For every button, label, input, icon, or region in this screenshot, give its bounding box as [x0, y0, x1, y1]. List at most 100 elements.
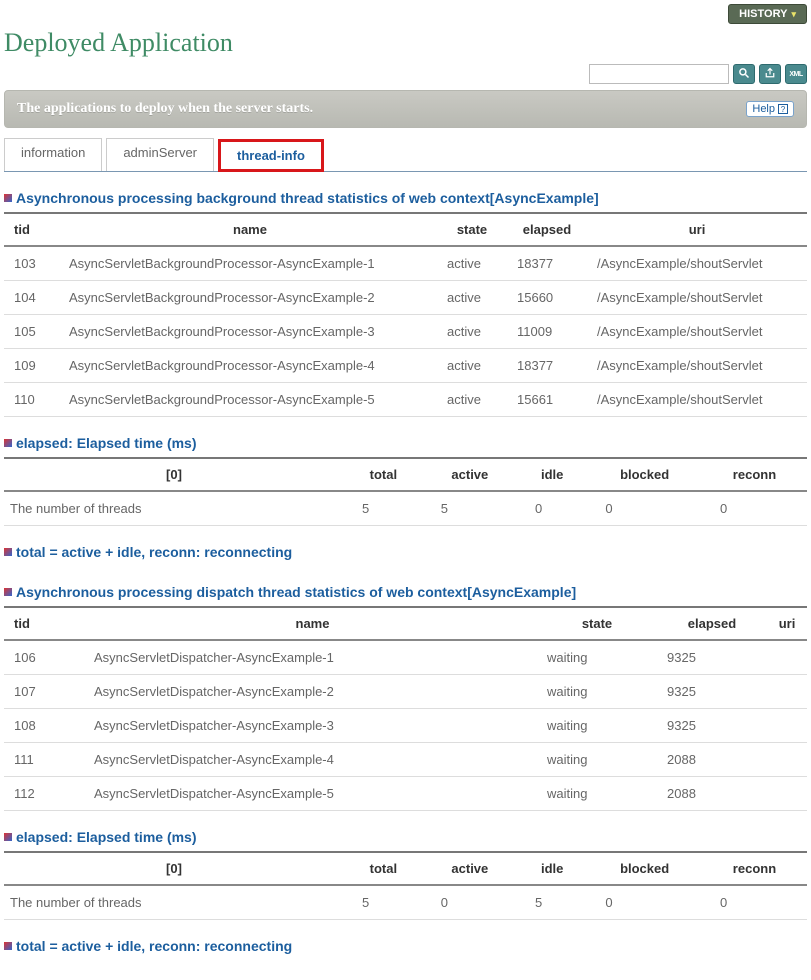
- cell-elapsed: 18377: [507, 349, 587, 383]
- elapsed-title: elapsed: Elapsed time (ms): [16, 435, 197, 451]
- tab-information[interactable]: information: [4, 138, 102, 171]
- search-button[interactable]: [733, 64, 755, 84]
- help-label: Help: [752, 103, 775, 115]
- bullet-icon: [4, 833, 12, 841]
- cell-state: waiting: [537, 743, 657, 777]
- cell-state: active: [437, 281, 507, 315]
- help-button[interactable]: Help ?: [746, 101, 794, 117]
- cell-state: active: [437, 246, 507, 281]
- formula2: total = active + idle, reconn: reconnect…: [16, 938, 292, 954]
- cell-name: AsyncServletBackgroundProcessor-AsyncExa…: [59, 383, 437, 417]
- history-label: HISTORY: [739, 8, 787, 20]
- table-row: 103AsyncServletBackgroundProcessor-Async…: [4, 246, 807, 281]
- cell-name: AsyncServletDispatcher-AsyncExample-2: [84, 675, 537, 709]
- cell-tid: 108: [4, 709, 84, 743]
- cell-tid: 110: [4, 383, 59, 417]
- formula1: total = active + idle, reconn: reconnect…: [16, 544, 292, 560]
- table-row: The number of threads 5 0 5 0 0: [4, 885, 807, 920]
- sum-col-reconn: reconn: [702, 459, 807, 491]
- sum2-total: 5: [344, 885, 423, 920]
- summary-table-1: [0] total active idle blocked reconn The…: [4, 459, 807, 526]
- bullet-icon: [4, 588, 12, 596]
- summary-table-2: [0] total active idle blocked reconn The…: [4, 853, 807, 920]
- cell-uri: [767, 640, 807, 675]
- bg-thread-table: tid name state elapsed uri 103AsyncServl…: [4, 214, 807, 417]
- sum2-active: 0: [423, 885, 517, 920]
- cell-elapsed: 2088: [657, 777, 767, 811]
- sum2-blocked: 0: [587, 885, 702, 920]
- history-button[interactable]: HISTORY ▾: [728, 4, 807, 24]
- table-row: 107AsyncServletDispatcher-AsyncExample-2…: [4, 675, 807, 709]
- cell-elapsed: 9325: [657, 709, 767, 743]
- col-state: state: [537, 608, 657, 640]
- search-icon: [738, 67, 750, 82]
- table-row: 106AsyncServletDispatcher-AsyncExample-1…: [4, 640, 807, 675]
- table-row: The number of threads 5 5 0 0 0: [4, 491, 807, 526]
- col-elapsed: elapsed: [507, 214, 587, 246]
- sum1-total: 5: [344, 491, 423, 526]
- cell-state: waiting: [537, 709, 657, 743]
- table-row: 112AsyncServletDispatcher-AsyncExample-5…: [4, 777, 807, 811]
- cell-uri: [767, 743, 807, 777]
- cell-name: AsyncServletDispatcher-AsyncExample-3: [84, 709, 537, 743]
- cell-uri: /AsyncExample/shoutServlet: [587, 246, 807, 281]
- sum-col-idle: idle: [517, 459, 587, 491]
- cell-name: AsyncServletBackgroundProcessor-AsyncExa…: [59, 315, 437, 349]
- sum-col-idle: idle: [517, 853, 587, 885]
- section-head-elapsed2: elapsed: Elapsed time (ms): [4, 825, 807, 853]
- col-tid: tid: [4, 608, 84, 640]
- col-elapsed: elapsed: [657, 608, 767, 640]
- sum1-active: 5: [423, 491, 517, 526]
- table-row: 104AsyncServletBackgroundProcessor-Async…: [4, 281, 807, 315]
- sum-col-active: active: [423, 459, 517, 491]
- sum1-idle: 0: [517, 491, 587, 526]
- bullet-icon: [4, 548, 12, 556]
- tab-adminserver[interactable]: adminServer: [106, 138, 214, 171]
- tab-thread-info[interactable]: thread-info: [218, 139, 324, 172]
- export-icon: [764, 67, 776, 82]
- bg-title: Asynchronous processing background threa…: [16, 190, 599, 206]
- sum2-idle: 5: [517, 885, 587, 920]
- dispatch-thread-table: tid name state elapsed uri 106AsyncServl…: [4, 608, 807, 811]
- bullet-icon: [4, 942, 12, 950]
- sum-col0: [0]: [4, 459, 344, 491]
- cell-uri: [767, 675, 807, 709]
- cell-tid: 111: [4, 743, 84, 777]
- sum1-blocked: 0: [587, 491, 702, 526]
- section-head-elapsed1: elapsed: Elapsed time (ms): [4, 431, 807, 459]
- section-head-dispatch: Asynchronous processing dispatch thread …: [4, 580, 807, 608]
- cell-state: waiting: [537, 640, 657, 675]
- cell-uri: [767, 709, 807, 743]
- tabs-bar: information adminServer thread-info: [4, 138, 807, 172]
- sum-label: The number of threads: [4, 491, 344, 526]
- export-button[interactable]: [759, 64, 781, 84]
- sum-col0: [0]: [4, 853, 344, 885]
- cell-elapsed: 9325: [657, 640, 767, 675]
- page-description-banner: The applications to deploy when the serv…: [4, 90, 807, 128]
- col-uri: uri: [767, 608, 807, 640]
- col-name: name: [59, 214, 437, 246]
- banner-text: The applications to deploy when the serv…: [17, 101, 313, 117]
- section-head-formula2: total = active + idle, reconn: reconnect…: [4, 934, 807, 960]
- cell-elapsed: 18377: [507, 246, 587, 281]
- bg-thread-table-head: tid name state elapsed uri: [4, 214, 807, 246]
- cell-name: AsyncServletDispatcher-AsyncExample-4: [84, 743, 537, 777]
- cell-uri: /AsyncExample/shoutServlet: [587, 281, 807, 315]
- xml-button[interactable]: XML: [785, 64, 807, 84]
- sum-col-total: total: [344, 459, 423, 491]
- bullet-icon: [4, 439, 12, 447]
- search-input[interactable]: [589, 64, 729, 84]
- sum-label2: The number of threads: [4, 885, 344, 920]
- table-row: 105AsyncServletBackgroundProcessor-Async…: [4, 315, 807, 349]
- sum-col-blocked: blocked: [587, 853, 702, 885]
- cell-elapsed: 15661: [507, 383, 587, 417]
- cell-tid: 112: [4, 777, 84, 811]
- cell-tid: 103: [4, 246, 59, 281]
- cell-uri: /AsyncExample/shoutServlet: [587, 315, 807, 349]
- cell-elapsed: 2088: [657, 743, 767, 777]
- cell-tid: 105: [4, 315, 59, 349]
- table-row: 111AsyncServletDispatcher-AsyncExample-4…: [4, 743, 807, 777]
- cell-name: AsyncServletDispatcher-AsyncExample-5: [84, 777, 537, 811]
- sum-col-blocked: blocked: [587, 459, 702, 491]
- sum1-reconn: 0: [702, 491, 807, 526]
